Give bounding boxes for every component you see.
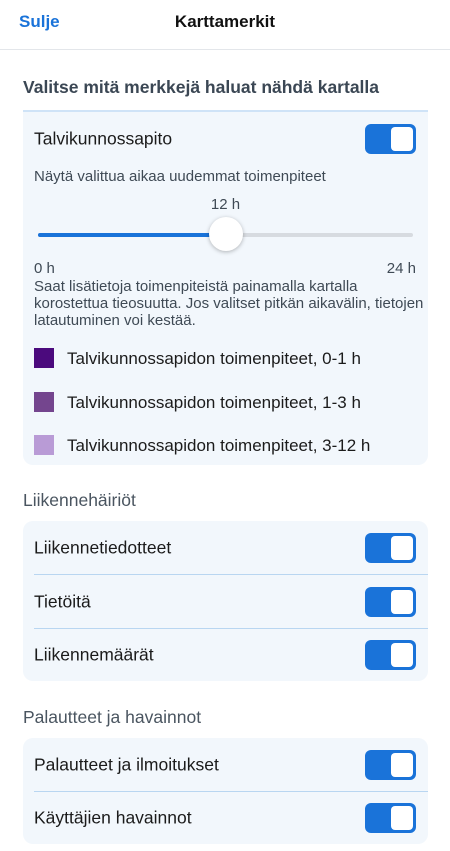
legend-label: Talvikunnossapidon toimenpiteet, 1-3 h xyxy=(67,393,361,412)
legend-item-3-12h: Talvikunnossapidon toimenpiteet, 3-12 h xyxy=(34,435,424,455)
legend-label: Talvikunnossapidon toimenpiteet, 0-1 h xyxy=(67,349,361,368)
intro-heading: Valitse mitä merkkejä haluat nähdä karta… xyxy=(23,77,380,97)
row-label: Tietöitä xyxy=(34,591,91,611)
toggle-row-feedback-reports[interactable]: Palautteet ja ilmoitukset xyxy=(23,738,428,791)
section-title-traffic: Liikennehäiriöt xyxy=(23,490,136,510)
traffic-volumes-toggle[interactable] xyxy=(365,639,416,670)
toggle-knob xyxy=(391,535,413,560)
row-label: Liikennetiedotteet xyxy=(34,537,172,557)
roadworks-toggle[interactable] xyxy=(365,586,416,617)
toggle-knob xyxy=(391,589,413,614)
toggle-row-user-observations[interactable]: Käyttäjien havainnot xyxy=(23,791,428,844)
legend-item-0-1h: Talvikunnossapidon toimenpiteet, 0-1 h xyxy=(34,348,424,368)
slider-fill xyxy=(38,233,226,237)
info-text: Saat lisätietoja toimenpiteistä painamal… xyxy=(34,278,424,329)
section-title-feedback: Palautteet ja havainnot xyxy=(23,707,202,727)
header-bar: Sulje Karttamerkit xyxy=(0,0,450,50)
row-label: Käyttäjien havainnot xyxy=(34,807,192,827)
toggle-knob xyxy=(391,642,413,667)
legend-item-1-3h: Talvikunnossapidon toimenpiteet, 1-3 h xyxy=(34,392,424,412)
user-observations-toggle[interactable] xyxy=(365,802,416,833)
row-label: Palautteet ja ilmoitukset xyxy=(34,754,219,774)
legend-swatch xyxy=(34,392,54,412)
slider-description: Näytä valittua aikaa uudemmat toimenpite… xyxy=(34,168,326,185)
toggle-row-traffic-volumes[interactable]: Liikennemäärät xyxy=(23,628,428,681)
feedback-reports-toggle[interactable] xyxy=(365,749,416,780)
page-title: Karttamerkit xyxy=(174,12,276,31)
slider-min-label: 0 h xyxy=(34,260,55,277)
slider-thumb[interactable] xyxy=(208,217,243,251)
toggle-knob xyxy=(391,805,413,830)
slider-max-label: 24 h xyxy=(386,260,416,277)
feedback-card: Palautteet ja ilmoitukset Käyttäjien hav… xyxy=(23,738,428,844)
row-label: Liikennemäärät xyxy=(34,644,154,664)
toggle-row-roadworks[interactable]: Tietöitä xyxy=(23,575,428,628)
legend-swatch xyxy=(34,435,54,455)
slider-value-label: 12 h xyxy=(210,196,241,213)
winter-maintenance-card: Talvikunnossapito Näytä valittua aikaa u… xyxy=(23,110,428,465)
legend-swatch xyxy=(34,348,54,368)
toggle-row-traffic-bulletins[interactable]: Liikennetiedotteet xyxy=(23,521,428,574)
winter-maintenance-label: Talvikunnossapito xyxy=(34,128,173,148)
traffic-bulletins-toggle[interactable] xyxy=(365,532,416,563)
toggle-knob xyxy=(391,126,413,151)
toggle-knob xyxy=(391,752,413,777)
legend-label: Talvikunnossapidon toimenpiteet, 3-12 h xyxy=(67,436,371,455)
winter-maintenance-row[interactable]: Talvikunnossapito xyxy=(23,112,428,165)
time-slider[interactable] xyxy=(38,217,413,251)
traffic-card: Liikennetiedotteet Tietöitä Liikennemäär… xyxy=(23,521,428,681)
winter-maintenance-toggle[interactable] xyxy=(365,123,416,154)
